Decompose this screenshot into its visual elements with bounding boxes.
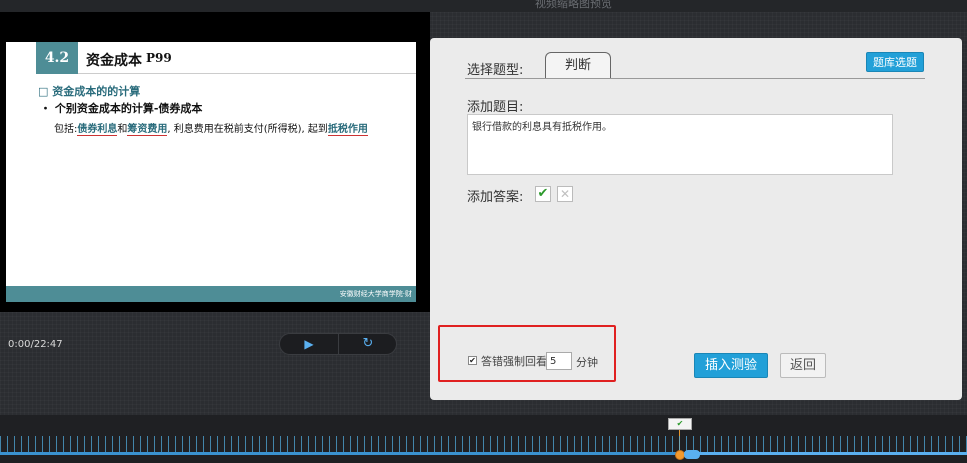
question-bank-button[interactable]: 题库选题 (866, 52, 924, 72)
timeline-progress (0, 452, 680, 455)
force-review-checkbox[interactable]: ✔ (468, 356, 477, 365)
slide-term-bond-interest: 债券利息 (77, 124, 118, 136)
answer-false-checkbox[interactable]: ✕ (557, 186, 573, 202)
review-minutes-input[interactable] (546, 352, 572, 370)
add-answer-label: 添加答案: (467, 190, 524, 205)
cross-icon: ✕ (559, 187, 571, 201)
video-frame[interactable]: 4.2 资金成本 P99 □ 资金成本的的计算 ・ 个别资金成本的计算-债券成本… (0, 12, 430, 312)
answer-true-checkbox[interactable]: ✔ (535, 186, 551, 202)
replay-icon: ↻ (362, 336, 374, 351)
thumbnail-preview-hint: 视频缩略图预览 (535, 0, 612, 10)
play-icon: ▶ (304, 337, 314, 351)
slide-heading: □ 资金成本的的计算 (38, 85, 141, 98)
slide-conj: 和 (117, 124, 128, 135)
slide-number: 4.2 (36, 42, 78, 74)
playback-time: 0:00/22:47 (8, 339, 63, 350)
tab-underline (465, 78, 925, 79)
check-icon: ✔ (676, 419, 684, 428)
slide-body-line: 包括:债券利息和筹资费用, 利息费用在税前支付(所得税), 起到抵税作用 (54, 120, 368, 136)
slide-line-prefix: 包括: (54, 124, 78, 135)
quiz-marker[interactable]: ✔ (668, 418, 692, 430)
player-controls: ▶ ↻ (279, 333, 397, 355)
play-button[interactable]: ▶ (280, 334, 339, 354)
minutes-unit: 分钟 (576, 356, 598, 369)
quiz-editor-panel: 选择题型: 判断 题库选题 添加题目: 银行借款的利息具有抵税作用。 添加答案:… (430, 38, 962, 400)
slide-footer: 安徽财经大学商学院·财 (6, 286, 416, 302)
slide-page-ref: P99 (146, 51, 172, 65)
slide-line-mid: , 利息费用在税前支付(所得税), 起到 (167, 124, 328, 135)
back-button[interactable]: 返回 (780, 353, 826, 378)
check-icon: ✔ (537, 186, 549, 201)
slide-divider (78, 73, 416, 74)
replay-button[interactable]: ↻ (339, 334, 397, 354)
question-type-label: 选择题型: (467, 63, 524, 78)
add-question-label: 添加题目: (467, 100, 524, 115)
playhead-tail (684, 450, 700, 459)
question-text-input[interactable]: 银行借款的利息具有抵税作用。 (467, 114, 893, 175)
force-review-label: 答错强制回看 (481, 355, 547, 368)
lecture-slide: 4.2 资金成本 P99 □ 资金成本的的计算 ・ 个别资金成本的计算-债券成本… (6, 42, 416, 302)
slide-title: 资金成本 (86, 53, 142, 69)
tab-true-false[interactable]: 判断 (545, 52, 611, 79)
top-strip: 视频缩略图预览 (0, 0, 967, 12)
insert-quiz-button[interactable]: 插入测验 (694, 353, 768, 378)
slide-subheading: ・ 个别资金成本的计算-债券成本 (40, 102, 203, 115)
slide-term-financing-cost: 筹资费用 (127, 124, 168, 136)
slide-term-tax-shield: 抵税作用 (327, 124, 368, 136)
audio-waveform (0, 436, 967, 452)
